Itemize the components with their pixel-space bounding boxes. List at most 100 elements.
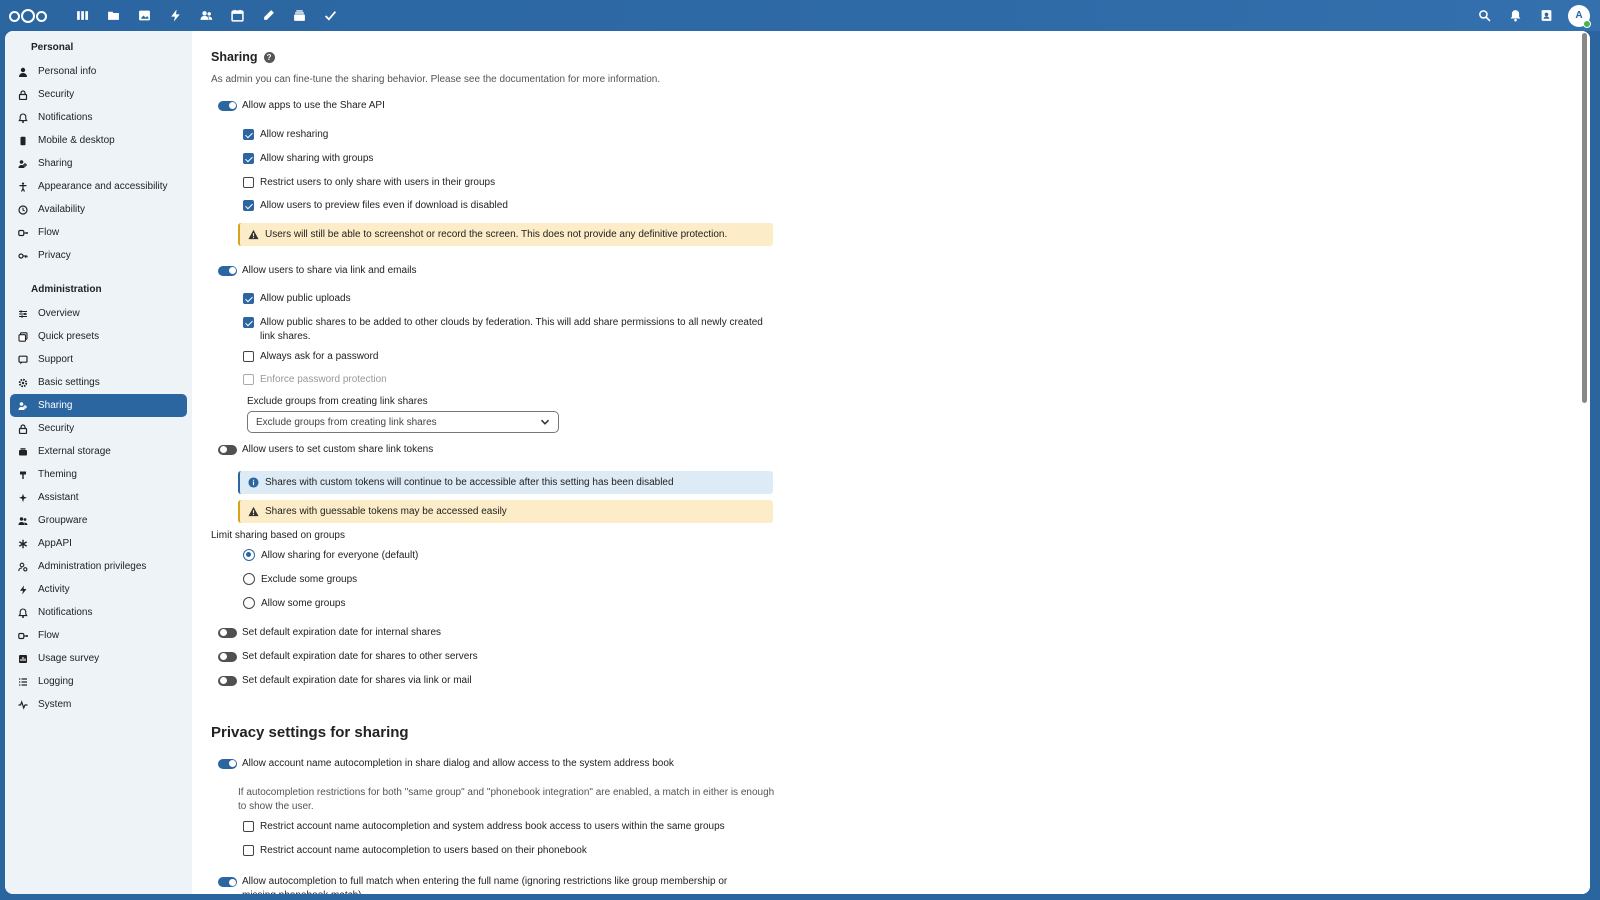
sidebar-item-admin-logging[interactable]: Logging [10, 670, 187, 693]
sidebar-item-admin-security[interactable]: Security [10, 417, 187, 440]
notes-icon[interactable] [253, 0, 284, 31]
toggle-row-links[interactable]: Allow users to share via link and emails [218, 265, 417, 276]
checkbox-box[interactable] [243, 374, 254, 385]
exclude-groups-select[interactable]: Exclude groups from creating link shares [247, 411, 559, 433]
page-title: Sharing [211, 50, 258, 64]
checkbox-box[interactable] [243, 177, 254, 188]
contacts-menu-icon[interactable] [1531, 0, 1562, 31]
sidebar-item-admin-activity[interactable]: Activity [10, 578, 187, 601]
checkbox-allow-resharing[interactable]: Allow resharing [243, 129, 328, 140]
sidebar-item-admin-flow[interactable]: Flow [10, 624, 187, 647]
sidebar-item-personal-mobile-desktop[interactable]: Mobile & desktop [10, 129, 187, 152]
sidebar-item-admin-groupware[interactable]: Groupware [10, 509, 187, 532]
group-icon [17, 515, 29, 527]
toggle-label: Set default expiration date for shares v… [242, 675, 472, 686]
checkbox-restrict-same-group[interactable]: Restrict account name autocompletion and… [243, 821, 725, 832]
checkbox-restrict-phonebook[interactable]: Restrict account name autocompletion to … [243, 845, 587, 856]
toggle-row-custom-tokens[interactable]: Allow users to set custom share link tok… [218, 444, 433, 455]
contacts-icon[interactable] [191, 0, 222, 31]
checkbox-box[interactable] [243, 351, 254, 362]
scrollbar[interactable] [1582, 33, 1587, 403]
toggle-row-expire-remote[interactable]: Set default expiration date for shares t… [218, 651, 478, 662]
sidebar-item-admin-overview[interactable]: Overview [10, 302, 187, 325]
info-text: Shares with custom tokens will continue … [265, 477, 674, 488]
sidebar-item-personal-appearance-and-accessibility[interactable]: Appearance and accessibility [10, 175, 187, 198]
chart-icon [17, 653, 29, 665]
toggle-switch-expire-internal[interactable] [218, 627, 237, 638]
checkbox-allow-preview[interactable]: Allow users to preview files even if dow… [243, 200, 508, 211]
user-avatar[interactable]: A [1568, 4, 1591, 28]
notifications-bell-icon[interactable] [1500, 0, 1531, 31]
checkbox-federation[interactable]: Allow public shares to be added to other… [243, 316, 763, 344]
sidebar-item-admin-administration-privileges[interactable]: Administration privileges [10, 555, 187, 578]
accessibility-icon [17, 181, 29, 193]
sharing-title-row: Sharing? [211, 50, 275, 64]
checkbox-box[interactable] [243, 821, 254, 832]
sidebar-item-admin-system[interactable]: System [10, 693, 187, 716]
checkbox-box[interactable] [243, 200, 254, 211]
checkbox-allow-groups[interactable]: Allow sharing with groups [243, 153, 373, 164]
checkbox-enforce-password[interactable]: Enforce password protection [243, 374, 387, 385]
radio-exclude-groups[interactable]: Exclude some groups [243, 573, 357, 585]
sidebar-item-admin-notifications[interactable]: Notifications [10, 601, 187, 624]
toggle-row-expire-link[interactable]: Set default expiration date for shares v… [218, 675, 472, 686]
radio-button[interactable] [243, 597, 255, 609]
radio-allow-groups[interactable]: Allow some groups [243, 597, 345, 609]
toggle-switch-custom-tokens[interactable] [218, 444, 237, 455]
sidebar-item-personal-flow[interactable]: Flow [10, 221, 187, 244]
search-icon[interactable] [1469, 0, 1500, 31]
toggle-switch-autocomplete[interactable] [218, 758, 237, 769]
sidebar-item-admin-support[interactable]: Support [10, 348, 187, 371]
tasks-icon[interactable] [315, 0, 346, 31]
sidebar-item-admin-external-storage[interactable]: External storage [10, 440, 187, 463]
toggle-row-share-api[interactable]: Allow apps to use the Share API [218, 100, 385, 111]
sidebar-item-admin-theming[interactable]: Theming [10, 463, 187, 486]
radio-button[interactable] [243, 549, 255, 561]
checkbox-public-uploads[interactable]: Allow public uploads [243, 293, 351, 304]
checkbox-restrict-groups[interactable]: Restrict users to only share with users … [243, 177, 495, 188]
limit-sharing-label: Limit sharing based on groups [211, 530, 345, 541]
deck-icon[interactable] [284, 0, 315, 31]
appapi-icon [17, 538, 29, 550]
sidebar-item-personal-notifications[interactable]: Notifications [10, 106, 187, 129]
toggle-switch-expire-remote[interactable] [218, 651, 237, 662]
sidebar-item-personal-sharing[interactable]: Sharing [10, 152, 187, 175]
calendar-icon[interactable] [222, 0, 253, 31]
toggle-switch-links[interactable] [218, 265, 237, 276]
toggle-switch-full-match[interactable] [218, 877, 237, 887]
sidebar-item-admin-quick-presets[interactable]: Quick presets [10, 325, 187, 348]
dashboard-icon[interactable] [67, 0, 98, 31]
info-icon [248, 477, 259, 488]
sidebar-item-personal-personal-info[interactable]: Personal info [10, 60, 187, 83]
checkbox-box[interactable] [243, 153, 254, 164]
activity-icon[interactable] [160, 0, 191, 31]
sidebar-item-personal-availability[interactable]: Availability [10, 198, 187, 221]
checkbox-box[interactable] [243, 317, 254, 328]
toggle-switch-share-api[interactable] [218, 100, 237, 111]
sidebar-item-admin-usage-survey[interactable]: Usage survey [10, 647, 187, 670]
radio-everyone[interactable]: Allow sharing for everyone (default) [243, 549, 418, 561]
sidebar-item-personal-security[interactable]: Security [10, 83, 187, 106]
checkbox-box[interactable] [243, 293, 254, 304]
toggle-row-full-match[interactable]: Allow autocompletion to full match when … [218, 875, 763, 894]
photos-icon[interactable] [129, 0, 160, 31]
nextcloud-logo[interactable] [9, 8, 47, 24]
sidebar-item-personal-privacy[interactable]: Privacy [10, 244, 187, 267]
share-icon [17, 400, 29, 412]
flow-icon [17, 630, 29, 642]
files-icon[interactable] [98, 0, 129, 31]
checkbox-box[interactable] [243, 845, 254, 856]
radio-button[interactable] [243, 573, 255, 585]
sidebar-item-admin-sharing[interactable]: Sharing [10, 394, 187, 417]
sidebar-item-admin-assistant[interactable]: Assistant [10, 486, 187, 509]
toggle-row-autocomplete[interactable]: Allow account name autocompletion in sha… [218, 758, 674, 769]
checkbox-box[interactable] [243, 129, 254, 140]
sidebar-item-admin-basic-settings[interactable]: Basic settings [10, 371, 187, 394]
sidebar-item-admin-appapi[interactable]: AppAPI [10, 532, 187, 555]
toggle-row-expire-internal[interactable]: Set default expiration date for internal… [218, 627, 441, 638]
warning-icon [248, 229, 259, 240]
checkbox-always-password[interactable]: Always ask for a password [243, 351, 378, 362]
toggle-switch-expire-link[interactable] [218, 675, 237, 686]
help-icon[interactable]: ? [263, 52, 275, 63]
checkbox-label: Always ask for a password [260, 351, 379, 362]
